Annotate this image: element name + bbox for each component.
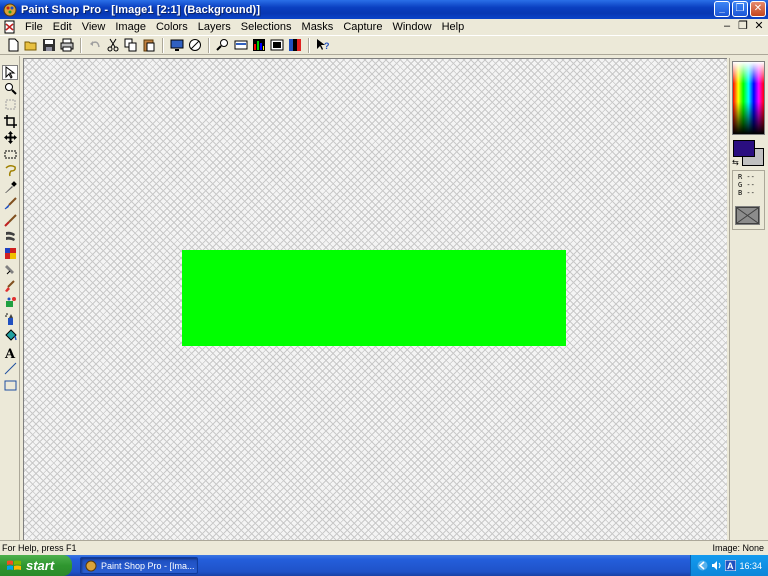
toggle-toolbar-icon[interactable] bbox=[232, 37, 249, 53]
show-hidden-icons-icon[interactable] bbox=[697, 560, 708, 571]
red-value: R -- bbox=[738, 173, 755, 181]
cut-icon[interactable] bbox=[104, 37, 121, 53]
status-image-info: Image: None bbox=[712, 543, 764, 553]
picture-tube-icon[interactable] bbox=[2, 295, 18, 310]
color-palette-icon[interactable] bbox=[286, 37, 303, 53]
status-bar: For Help, press F1 Image: None bbox=[0, 540, 768, 555]
green-rectangle-shape[interactable] bbox=[182, 250, 566, 346]
system-tray: A 16:34 bbox=[690, 555, 768, 576]
start-button[interactable]: start bbox=[0, 555, 72, 576]
menu-selections[interactable]: Selections bbox=[236, 19, 297, 35]
no-style-icon bbox=[736, 207, 759, 224]
document-icon[interactable] bbox=[3, 20, 17, 34]
green-value: G -- bbox=[738, 181, 755, 189]
crop-icon[interactable] bbox=[2, 114, 18, 129]
menu-image[interactable]: Image bbox=[110, 19, 151, 35]
volume-icon[interactable] bbox=[711, 560, 722, 571]
mdi-restore-button[interactable]: ❐ bbox=[738, 20, 748, 33]
copy-icon[interactable] bbox=[122, 37, 139, 53]
color-palette: ⇆ R -- G -- B -- bbox=[729, 58, 766, 540]
retouch-icon[interactable] bbox=[2, 246, 18, 261]
windows-flag-icon bbox=[7, 560, 21, 570]
shape-icon[interactable] bbox=[2, 378, 18, 393]
scratch-remover-icon[interactable] bbox=[2, 262, 18, 277]
dropper-icon[interactable] bbox=[2, 180, 18, 195]
swap-colors-icon[interactable]: ⇆ bbox=[732, 158, 741, 167]
paint-shop-pro-app-icon[interactable] bbox=[3, 3, 17, 17]
tool-palette: A bbox=[0, 56, 20, 540]
font-icon[interactable]: A bbox=[725, 560, 737, 571]
foreground-color-swatch[interactable] bbox=[733, 140, 755, 157]
overview-icon[interactable] bbox=[268, 37, 285, 53]
title-bar: Paint Shop Pro - [Image1 [2:1] (Backgrou… bbox=[0, 0, 768, 19]
style-swatch[interactable] bbox=[735, 206, 760, 225]
toolbar-separator bbox=[80, 37, 82, 53]
color-spectrum-picker[interactable] bbox=[732, 61, 765, 135]
mdi-close-button[interactable]: ✕ bbox=[754, 20, 764, 33]
deformation-icon[interactable] bbox=[2, 97, 18, 112]
selection-icon[interactable] bbox=[2, 147, 18, 162]
menu-masks[interactable]: Masks bbox=[297, 19, 339, 35]
status-help-text: For Help, press F1 bbox=[2, 543, 77, 553]
standard-toolbar: ? bbox=[0, 35, 768, 55]
taskbar: start Paint Shop Pro - [Ima... A 16:34 bbox=[0, 555, 768, 576]
toolbar-separator bbox=[162, 37, 164, 53]
paste-icon[interactable] bbox=[140, 37, 157, 53]
blue-value: B -- bbox=[738, 189, 755, 197]
undo-icon[interactable] bbox=[86, 37, 103, 53]
menu-help[interactable]: Help bbox=[437, 19, 470, 35]
freehand-selection-icon[interactable] bbox=[2, 163, 18, 178]
clock[interactable]: 16:34 bbox=[739, 561, 762, 571]
color-replacer-icon[interactable] bbox=[2, 229, 18, 244]
line-icon[interactable] bbox=[2, 361, 18, 376]
paint-shop-pro-icon bbox=[85, 560, 97, 571]
browse-icon[interactable] bbox=[186, 37, 203, 53]
paint-brush-icon[interactable] bbox=[2, 196, 18, 211]
svg-text:A: A bbox=[4, 347, 16, 359]
menu-view[interactable]: View bbox=[77, 19, 111, 35]
toolbar-separator bbox=[308, 37, 310, 53]
save-icon[interactable] bbox=[40, 37, 57, 53]
full-screen-preview-icon[interactable] bbox=[168, 37, 185, 53]
zoom-icon[interactable] bbox=[214, 37, 231, 53]
arrow-icon[interactable] bbox=[2, 65, 18, 80]
text-icon[interactable]: A bbox=[2, 345, 18, 360]
flood-fill-icon[interactable] bbox=[2, 328, 18, 343]
menu-colors[interactable]: Colors bbox=[151, 19, 193, 35]
taskbar-button-paint-shop-pro[interactable]: Paint Shop Pro - [Ima... bbox=[80, 557, 198, 574]
menu-capture[interactable]: Capture bbox=[338, 19, 387, 35]
close-button[interactable]: ✕ bbox=[750, 1, 766, 17]
window-title: Paint Shop Pro - [Image1 [2:1] (Backgrou… bbox=[21, 3, 261, 16]
image-canvas[interactable] bbox=[23, 58, 727, 540]
menu-file[interactable]: File bbox=[20, 19, 48, 35]
eraser-icon[interactable] bbox=[2, 279, 18, 294]
context-help-icon[interactable]: ? bbox=[314, 37, 331, 53]
foreground-background-swatches: ⇆ bbox=[732, 140, 765, 168]
menu-layers[interactable]: Layers bbox=[193, 19, 236, 35]
print-icon[interactable] bbox=[58, 37, 75, 53]
menu-edit[interactable]: Edit bbox=[48, 19, 77, 35]
menu-bar: File Edit View Image Colors Layers Selec… bbox=[0, 19, 768, 35]
histogram-icon[interactable] bbox=[250, 37, 267, 53]
airbrush-icon[interactable] bbox=[2, 312, 18, 327]
maximize-button[interactable]: ❐ bbox=[732, 1, 748, 17]
clone-brush-icon[interactable] bbox=[2, 213, 18, 228]
svg-text:A: A bbox=[727, 561, 734, 571]
minimize-button[interactable]: _ bbox=[714, 1, 730, 17]
taskbar-button-label: Paint Shop Pro - [Ima... bbox=[101, 560, 195, 571]
new-icon[interactable] bbox=[4, 37, 21, 53]
menu-window[interactable]: Window bbox=[387, 19, 436, 35]
mover-icon[interactable] bbox=[2, 130, 18, 145]
open-icon[interactable] bbox=[22, 37, 39, 53]
svg-text:?: ? bbox=[324, 41, 330, 51]
toolbar-separator bbox=[208, 37, 210, 53]
zoom-icon[interactable] bbox=[2, 81, 18, 96]
mdi-minimize-button[interactable]: – bbox=[722, 20, 732, 33]
start-label: start bbox=[26, 558, 55, 573]
